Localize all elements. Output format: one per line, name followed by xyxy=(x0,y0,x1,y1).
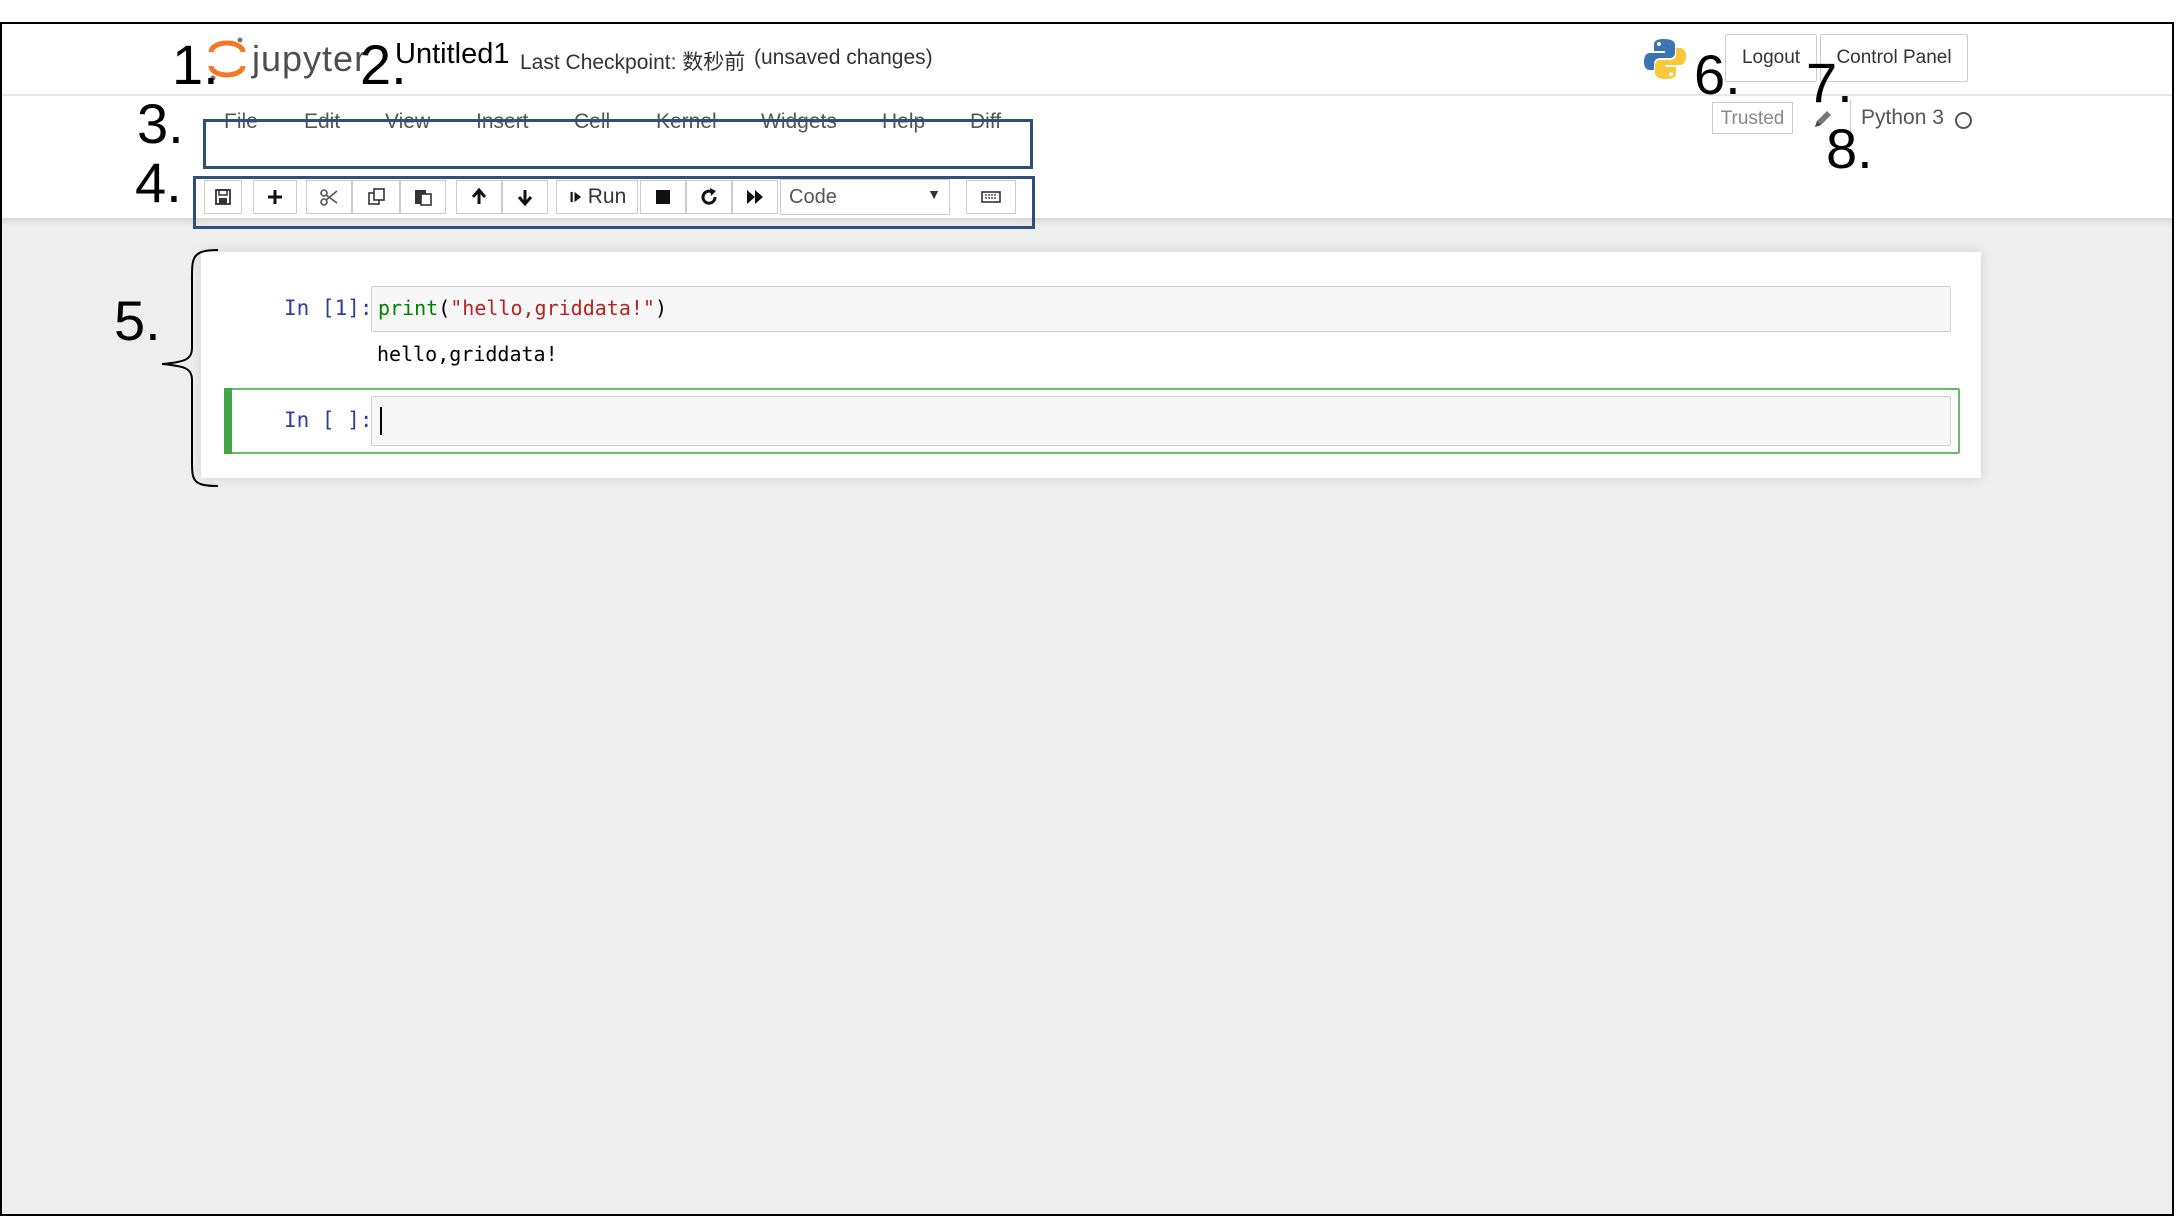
annotation-4: 4. xyxy=(135,151,182,214)
kernel-idle-icon xyxy=(1955,112,1972,129)
code-string: "hello,griddata!" xyxy=(450,296,655,320)
cell-area-brace xyxy=(161,249,219,487)
code-function: print xyxy=(378,296,439,320)
kernel-name: Python 3 xyxy=(1861,106,1944,129)
cell-2-prompt: In [ ]: xyxy=(284,408,373,432)
annotation-6: 6. xyxy=(1694,43,1741,106)
code-paren-open: ( xyxy=(438,296,451,320)
annotation-1: 1. xyxy=(172,33,219,96)
text-cursor xyxy=(380,407,382,435)
jupyter-logo-text: jupyter xyxy=(252,38,368,79)
annotation-3: 3. xyxy=(137,92,184,155)
toolbar-highlight-box xyxy=(193,176,1035,229)
screenshot-frame: jupyter Untitled1 Last Checkpoint: 数秒前 (… xyxy=(0,22,2174,1216)
python-logo-icon xyxy=(1644,39,1686,79)
annotation-8: 8. xyxy=(1826,117,1873,180)
cell-1-output: hello,griddata! xyxy=(377,342,558,366)
annotation-5: 5. xyxy=(114,289,161,352)
cell-2-input[interactable] xyxy=(371,396,1951,446)
notebook-name[interactable]: Untitled1 xyxy=(395,38,509,71)
annotation-7: 7. xyxy=(1806,51,1853,114)
menubar-highlight-box xyxy=(203,119,1033,169)
code-paren-close: ) xyxy=(654,296,668,320)
cell-1-prompt: In [1]: xyxy=(284,296,373,320)
cell-2-selection-bar xyxy=(224,388,232,454)
cell-1-code[interactable]: print("hello,griddata!") xyxy=(378,296,667,320)
last-checkpoint: Last Checkpoint: 数秒前 xyxy=(520,51,746,74)
unsaved-changes-indicator: (unsaved changes) xyxy=(754,46,933,69)
annotation-2: 2. xyxy=(360,33,407,96)
